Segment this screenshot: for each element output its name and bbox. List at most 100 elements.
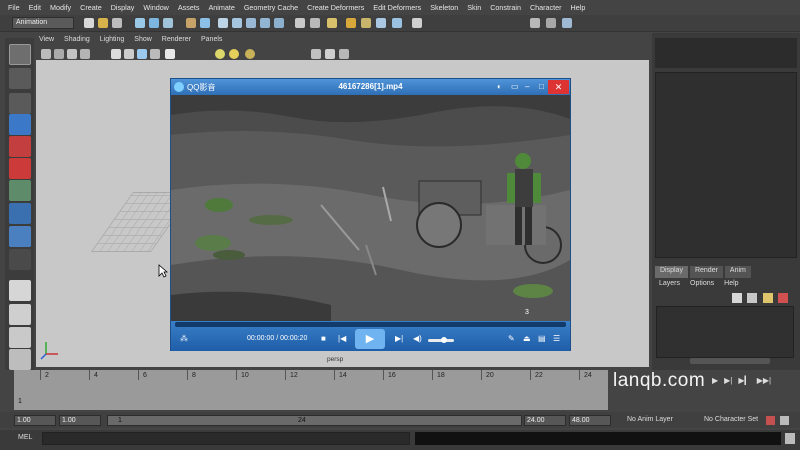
menu-assets[interactable]: Assets [178, 3, 200, 12]
render-frame-icon[interactable] [346, 18, 356, 28]
character-set-selector[interactable]: No Character Set [704, 416, 758, 423]
history-icon[interactable] [295, 18, 305, 28]
play-forward-icon[interactable]: ▶ [712, 376, 718, 385]
time-slider[interactable]: 2 4 6 8 10 12 14 16 18 20 22 24 [14, 370, 608, 410]
command-language-label[interactable]: MEL [18, 434, 32, 441]
soft-mod-tool-icon[interactable] [9, 203, 31, 224]
smooth-shade-icon[interactable] [124, 49, 134, 59]
channel-box-area[interactable] [655, 72, 797, 258]
xray-joints-icon[interactable] [339, 49, 349, 59]
camera-bookmark-icon[interactable] [54, 49, 64, 59]
mask-icon[interactable] [186, 18, 196, 28]
menu-file[interactable]: File [8, 3, 20, 12]
volume-slider[interactable] [428, 337, 454, 343]
lasso-tool-icon[interactable] [9, 68, 31, 89]
render-settings-icon[interactable] [376, 18, 386, 28]
new-scene-icon[interactable] [84, 18, 94, 28]
start-time-field[interactable]: 1.00 [14, 415, 56, 426]
layer-menu-layers[interactable]: Layers [659, 280, 680, 287]
xray-icon[interactable] [325, 49, 335, 59]
snap-point-icon[interactable] [246, 18, 256, 28]
textured-icon[interactable] [137, 49, 147, 59]
snap-grid-icon[interactable] [218, 18, 228, 28]
menu-create[interactable]: Create [80, 3, 102, 12]
script-editor-icon[interactable] [785, 433, 795, 444]
rotate-tool-icon[interactable] [9, 136, 31, 157]
panel-menu-lighting[interactable]: Lighting [100, 36, 125, 47]
last-tool-icon[interactable] [9, 249, 31, 270]
mini-mode-icon[interactable]: ▭ [511, 82, 519, 91]
delete-layer-icon[interactable] [778, 293, 788, 303]
graph-editor-layout-icon[interactable] [9, 349, 31, 370]
anim-layer-selector[interactable]: No Anim Layer [627, 416, 673, 423]
menu-skeleton[interactable]: Skeleton [430, 3, 458, 12]
command-input[interactable] [42, 432, 410, 445]
default-lighting-icon[interactable] [215, 49, 225, 59]
menu-help[interactable]: Help [571, 3, 586, 12]
universal-manipulator-icon[interactable] [9, 180, 31, 201]
volume-icon[interactable]: ◀) [413, 334, 422, 343]
four-view-layout-icon[interactable] [9, 304, 31, 325]
paint-select-tool-icon[interactable] [9, 93, 31, 114]
next-icon[interactable]: ▶| [395, 334, 403, 343]
construction-icon[interactable] [310, 18, 320, 28]
panel-menu-view[interactable]: View [39, 36, 54, 47]
eject-icon[interactable]: ⏏ [523, 334, 531, 343]
go-to-end-icon[interactable]: ▶▶| [757, 376, 771, 385]
playback-end-field[interactable]: 24.00 [524, 415, 566, 426]
select-component-icon[interactable] [163, 18, 173, 28]
menu-animate[interactable]: Animate [208, 3, 234, 12]
input-line-icon[interactable] [412, 18, 422, 28]
grid-toggle-icon[interactable] [80, 49, 90, 59]
scale-tool-icon[interactable] [9, 158, 31, 179]
shadows-icon[interactable] [165, 49, 175, 59]
previous-icon[interactable]: |◀ [338, 334, 346, 343]
mask-joints-icon[interactable] [200, 18, 210, 28]
menu-edit-deformers[interactable]: Edit Deformers [373, 3, 421, 12]
next-key-icon[interactable]: ▶▎ [738, 376, 750, 385]
select-tool-icon[interactable] [9, 44, 31, 65]
single-perspective-layout-icon[interactable] [9, 280, 31, 301]
wireframe-icon[interactable] [111, 49, 121, 59]
layer-menu-help[interactable]: Help [724, 280, 738, 287]
select-hierarchy-icon[interactable] [135, 18, 145, 28]
layer-menu-options[interactable]: Options [690, 280, 714, 287]
help-icon[interactable] [327, 18, 337, 28]
menu-window[interactable]: Window [143, 3, 169, 12]
end-time-field[interactable]: 48.00 [569, 415, 611, 426]
maximize-icon[interactable]: □ [539, 82, 544, 91]
camera-attributes-icon[interactable] [41, 49, 51, 59]
layer-scrollbar[interactable] [690, 358, 770, 364]
new-layer-icon[interactable] [732, 293, 742, 303]
mode-selector[interactable]: Animation [12, 17, 74, 29]
anim-preferences-icon[interactable] [780, 416, 789, 425]
all-lights-icon[interactable] [229, 49, 239, 59]
snap-curve-icon[interactable] [232, 18, 242, 28]
menu-icon[interactable]: ☰ [553, 334, 560, 343]
open-scene-icon[interactable] [98, 18, 108, 28]
tools-icon[interactable]: ✎ [508, 334, 515, 343]
minimize-icon[interactable]: – [525, 82, 529, 91]
player-titlebar[interactable]: QQ影音 46167286[1].mp4 ◐ ▭ – □ ✕ [171, 79, 570, 95]
selected-lights-icon[interactable] [245, 49, 255, 59]
select-object-icon[interactable] [149, 18, 159, 28]
menu-character[interactable]: Character [530, 3, 562, 12]
tool-settings-icon[interactable] [546, 18, 556, 28]
show-manipulator-icon[interactable] [9, 226, 31, 247]
menu-skin[interactable]: Skin [467, 3, 481, 12]
panel-menu-renderer[interactable]: Renderer [162, 36, 191, 47]
isolate-select-icon[interactable] [311, 49, 321, 59]
stop-icon[interactable]: ■ [321, 334, 326, 343]
tab-display[interactable]: Display [655, 266, 688, 278]
menu-constrain[interactable]: Constrain [490, 3, 521, 12]
qq-player-window[interactable]: QQ影音 46167286[1].mp4 ◐ ▭ – □ ✕ ⁂ 00:00:0… [170, 78, 571, 351]
video-frame[interactable] [171, 95, 570, 321]
settings-icon[interactable]: ▤ [538, 334, 546, 343]
lights-icon[interactable] [150, 49, 160, 59]
menu-modify[interactable]: Modify [50, 3, 71, 12]
auto-key-icon[interactable] [766, 416, 775, 425]
menu-create-deformers[interactable]: Create Deformers [307, 3, 364, 12]
ipr-render-icon[interactable] [361, 18, 371, 28]
snap-surface-icon[interactable] [274, 18, 284, 28]
menu-geometry-cache[interactable]: Geometry Cache [244, 3, 298, 12]
